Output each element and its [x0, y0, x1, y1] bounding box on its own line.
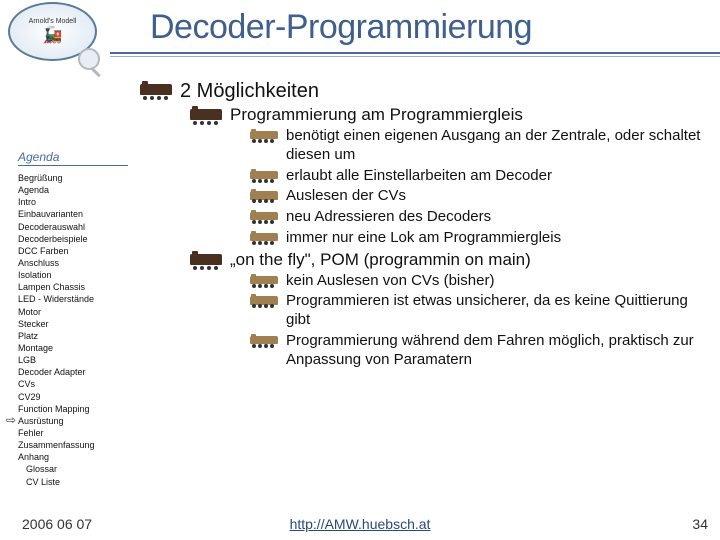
- agenda-item: Motor: [18, 306, 128, 318]
- locomotive-icon: [250, 171, 278, 183]
- agenda-item: Fehler: [18, 427, 128, 439]
- bullet-level3: Programmieren ist etwas unsicherer, da e…: [250, 292, 710, 330]
- agenda-item: CVs: [18, 378, 128, 390]
- agenda-item: LED - Widerstände: [18, 293, 128, 305]
- locomotive-icon: [140, 84, 172, 100]
- agenda-item: Decoder Adapter: [18, 366, 128, 378]
- agenda-item: Einbauvarianten: [18, 208, 128, 220]
- agenda-item: Lampen Chassis: [18, 281, 128, 293]
- agenda-header: Agenda: [18, 150, 128, 166]
- locomotive-icon: [250, 233, 278, 245]
- locomotive-icon: [250, 296, 278, 308]
- footer-url: http://AMW.huebsch.at: [290, 516, 431, 532]
- agenda-item: LGB: [18, 354, 128, 366]
- heading-level2: „on the fly", POM (programmin on main): [230, 250, 531, 270]
- agenda-item: DCC Farben: [18, 245, 128, 257]
- bullet-text: Programmieren ist etwas unsicherer, da e…: [286, 292, 710, 330]
- title-underline: [110, 52, 720, 54]
- magnifier-icon: [78, 48, 108, 78]
- locomotive-icon: [250, 191, 278, 203]
- bullet-text: Programmierung während dem Fahren möglic…: [286, 332, 710, 370]
- bullet-level3: neu Adressieren des Decoders: [250, 208, 710, 227]
- bullet-text: benötigt einen eigenen Ausgang an der Ze…: [286, 127, 710, 165]
- agenda-item: Begrüßung: [18, 172, 128, 184]
- bullet-level3: Programmierung während dem Fahren möglic…: [250, 332, 710, 370]
- logo-text: Arnold's Modell: [29, 18, 77, 25]
- agenda-item: Intro: [18, 196, 128, 208]
- agenda-item: Agenda: [18, 184, 128, 196]
- agenda-item: Platz: [18, 330, 128, 342]
- bullet-level3: kein Auslesen von CVs (bisher): [250, 272, 710, 291]
- bullet-text: kein Auslesen von CVs (bisher): [286, 272, 494, 291]
- agenda-item: Function Mapping: [18, 403, 128, 415]
- current-arrow-icon: ⇨: [6, 413, 16, 427]
- agenda-item: Anhang: [18, 451, 128, 463]
- agenda-item: Montage: [18, 342, 128, 354]
- bullet-text: erlaubt alle Einstellarbeiten am Decoder: [286, 167, 552, 186]
- heading-level2: Programmierung am Programmiergleis: [230, 105, 523, 125]
- title-underline: [110, 56, 720, 57]
- locomotive-icon: [250, 212, 278, 224]
- locomotive-icon: [250, 336, 278, 348]
- bullet-text: Auslesen der CVs: [286, 187, 406, 206]
- bullet-level3: benötigt einen eigenen Ausgang an der Ze…: [250, 127, 710, 165]
- locomotive-icon: [250, 276, 278, 288]
- footer: 2006 06 07 http://AMW.huebsch.at 34: [0, 516, 720, 532]
- agenda-item: Anschluss: [18, 257, 128, 269]
- agenda-item: Stecker: [18, 318, 128, 330]
- train-icon: 🚂: [29, 25, 77, 45]
- footer-page: 34: [692, 516, 708, 532]
- locomotive-icon: [190, 254, 222, 270]
- agenda-list: BegrüßungAgendaIntroEinbauvariantenDecod…: [18, 172, 128, 488]
- bullet-text: immer nur eine Lok am Programmiergleis: [286, 229, 561, 248]
- agenda-item: Ausrüstung: [18, 415, 128, 427]
- bullet-text: neu Adressieren des Decoders: [286, 208, 491, 227]
- agenda-item: Glossar: [18, 463, 128, 475]
- agenda-item: CV Liste: [18, 476, 128, 488]
- main-content: 2 Möglichkeiten Programmierung am Progra…: [140, 80, 710, 371]
- heading-level1: 2 Möglichkeiten: [180, 80, 319, 103]
- agenda-item: Decoderauswahl: [18, 221, 128, 233]
- locomotive-icon: [190, 109, 222, 125]
- agenda-sidebar: Agenda BegrüßungAgendaIntroEinbauvariant…: [18, 150, 128, 488]
- agenda-item: Decoderbeispiele: [18, 233, 128, 245]
- bullet-level3: Auslesen der CVs: [250, 187, 710, 206]
- locomotive-icon: [250, 131, 278, 143]
- agenda-item: CV29: [18, 391, 128, 403]
- footer-date: 2006 06 07: [22, 516, 92, 532]
- page-title: Decoder-Programmierung: [150, 8, 532, 47]
- agenda-item: Zusammenfassung: [18, 439, 128, 451]
- bullet-level3: immer nur eine Lok am Programmiergleis: [250, 229, 710, 248]
- bullet-level3: erlaubt alle Einstellarbeiten am Decoder: [250, 167, 710, 186]
- agenda-item: Isolation: [18, 269, 128, 281]
